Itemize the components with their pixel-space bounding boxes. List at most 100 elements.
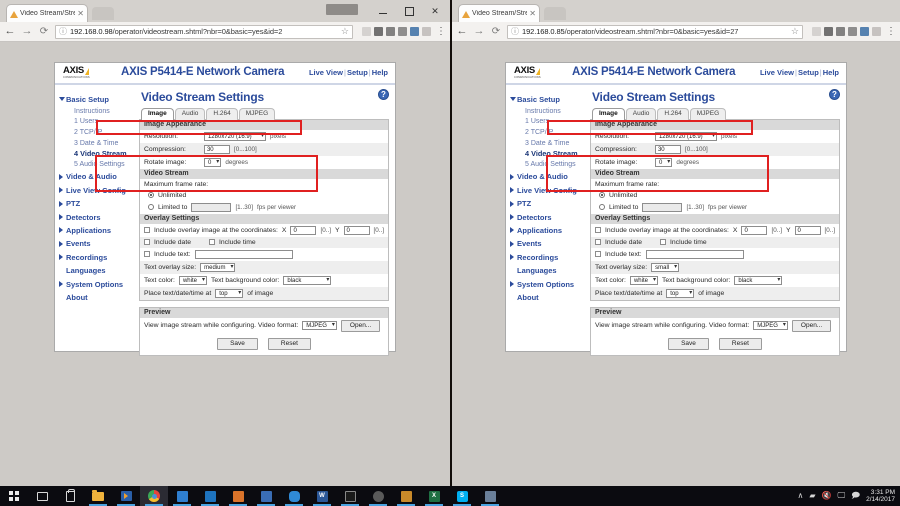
sidebar-item-date-time[interactable]: 3 Date & Time — [59, 138, 137, 149]
compression-input[interactable]: 30 — [654, 144, 681, 154]
extension-4-icon[interactable] — [848, 27, 857, 36]
browser-tab-left[interactable]: Video Stream/Stream Se ✕ — [6, 4, 88, 22]
store-button[interactable] — [56, 486, 84, 506]
bookmark-star-icon[interactable]: ☆ — [337, 26, 349, 37]
extension-6-icon[interactable] — [872, 27, 881, 36]
sidebar-item-audio-settings[interactable]: 5 Audio Settings — [510, 160, 588, 171]
text-bg-color-select[interactable]: black — [283, 275, 332, 285]
close-window-button[interactable]: ✕ — [422, 1, 448, 21]
text-color-select[interactable]: white — [178, 275, 207, 285]
text-bg-color-select[interactable]: black — [734, 275, 783, 285]
sidebar-item-video-audio[interactable]: Video & Audio — [59, 171, 137, 184]
reset-button[interactable]: Reset — [267, 337, 311, 350]
tab-close-icon[interactable]: ✕ — [529, 9, 536, 18]
link-live-view[interactable]: Live View — [760, 68, 794, 77]
clock[interactable]: 3:31 PM 2/14/2017 — [866, 489, 895, 504]
include-text-input[interactable] — [645, 249, 744, 259]
tab-h264[interactable]: H.264 — [206, 108, 238, 120]
sidebar-item-events[interactable]: Events — [59, 238, 137, 251]
sidebar-item-languages[interactable]: Languages — [510, 265, 588, 278]
browser-menu-icon[interactable]: ⋮ — [434, 26, 446, 37]
extension-4-icon[interactable] — [398, 27, 407, 36]
place-text-select[interactable]: top — [666, 288, 695, 298]
sidebar-item-applications[interactable]: Applications — [510, 224, 588, 237]
text-color-select[interactable]: white — [629, 275, 658, 285]
minimize-button[interactable] — [370, 1, 396, 21]
maximize-button[interactable] — [396, 1, 422, 21]
skype-button[interactable]: S — [448, 486, 476, 506]
forward-icon[interactable]: → — [473, 26, 485, 37]
sidebar-item-live-view-config[interactable]: Live View Config — [510, 184, 588, 197]
display-icon[interactable]: 🖵 — [837, 492, 845, 500]
checkbox-include-overlay-image[interactable] — [143, 227, 150, 233]
reset-button[interactable]: Reset — [718, 337, 762, 350]
extension-5-icon[interactable] — [860, 27, 869, 36]
overlay-x-input[interactable]: 0 — [290, 225, 317, 235]
place-text-select[interactable]: top — [215, 288, 244, 298]
radio-unlimited[interactable] — [147, 192, 154, 198]
extension-3-icon[interactable] — [386, 27, 395, 36]
sidebar-item-events[interactable]: Events — [510, 238, 588, 251]
extension-2-icon[interactable] — [824, 27, 833, 36]
sidebar-item-system-options[interactable]: System Options — [59, 278, 137, 291]
tab-h264[interactable]: H.264 — [657, 108, 689, 120]
tab-audio[interactable]: Audio — [625, 108, 657, 120]
sidebar-item-users[interactable]: 1 Users — [59, 117, 137, 128]
tab-mjpeg[interactable]: MJPEG — [238, 108, 276, 120]
sidebar-item-date-time[interactable]: 3 Date & Time — [510, 138, 588, 149]
back-icon[interactable]: ← — [456, 26, 468, 37]
sidebar-item-about[interactable]: About — [510, 292, 588, 305]
sidebar-item-instructions[interactable]: Instructions — [510, 106, 588, 117]
link-setup[interactable]: Setup — [798, 68, 819, 77]
new-tab-button[interactable] — [544, 7, 566, 20]
extension-6-icon[interactable] — [422, 27, 431, 36]
extension-3-icon[interactable] — [836, 27, 845, 36]
extension-2-icon[interactable] — [374, 27, 383, 36]
rotate-select[interactable]: 0 — [654, 157, 673, 167]
tool-button[interactable] — [364, 486, 392, 506]
save-button[interactable]: Save — [217, 337, 258, 350]
network-tray-icon[interactable]: ▰ — [809, 492, 815, 500]
text-overlay-size-select[interactable]: small — [651, 262, 680, 272]
show-hidden-icons-button[interactable]: ∧ — [797, 492, 803, 500]
sidebar-item-tcpip[interactable]: 2 TCP/IP — [59, 128, 137, 139]
radio-limited[interactable] — [147, 204, 154, 210]
tab-close-icon[interactable]: ✕ — [77, 9, 84, 18]
chrome-button[interactable] — [140, 486, 168, 506]
action-center-icon[interactable]: 🗩 — [851, 492, 860, 500]
open-preview-button[interactable]: Open... — [791, 319, 832, 332]
file-explorer-button[interactable] — [84, 486, 112, 506]
sidebar-item-video-stream[interactable]: 4 Video Stream — [59, 149, 137, 160]
sidebar-item-ptz[interactable]: PTZ — [510, 198, 588, 211]
back-icon[interactable]: ← — [4, 26, 16, 37]
search-pill[interactable] — [326, 4, 358, 15]
checkbox-include-time[interactable] — [660, 239, 667, 245]
tab-mjpeg[interactable]: MJPEG — [689, 108, 727, 120]
command-prompt-button[interactable] — [336, 486, 364, 506]
volume-muted-icon[interactable]: 🔇 — [822, 492, 832, 500]
sidebar-item-system-options[interactable]: System Options — [510, 278, 588, 291]
compression-input[interactable]: 30 — [203, 144, 230, 154]
site-info-icon[interactable]: ⓘ — [59, 26, 67, 37]
video-format-select[interactable]: MJPEG — [753, 321, 788, 330]
tab-audio[interactable]: Audio — [174, 108, 206, 120]
visio-button[interactable] — [252, 486, 280, 506]
video-format-select[interactable]: MJPEG — [302, 321, 337, 330]
sidebar-item-video-stream[interactable]: 4 Video Stream — [510, 149, 588, 160]
overlay-x-input[interactable]: 0 — [741, 225, 768, 235]
sidebar-item-basic-setup[interactable]: Basic Setup — [59, 93, 137, 106]
sidebar-item-instructions[interactable]: Instructions — [59, 106, 137, 117]
sidebar-item-detectors[interactable]: Detectors — [510, 211, 588, 224]
checkbox-include-date[interactable] — [143, 239, 150, 245]
extension-1-icon[interactable] — [362, 27, 371, 36]
resolution-select[interactable]: 1280x720 (16:9) — [203, 131, 266, 141]
radio-unlimited[interactable] — [598, 192, 605, 198]
forward-icon[interactable]: → — [21, 26, 33, 37]
sidebar-item-recordings[interactable]: Recordings — [510, 251, 588, 264]
sidebar-item-ptz[interactable]: PTZ — [59, 198, 137, 211]
start-button[interactable] — [0, 486, 28, 506]
browser-window-right[interactable]: Video Stream/Stream Se ✕ ← → ⟳ ⓘ 192.168… — [452, 0, 900, 486]
rotate-select[interactable]: 0 — [203, 157, 222, 167]
sidebar-item-detectors[interactable]: Detectors — [59, 211, 137, 224]
sidebar-item-recordings[interactable]: Recordings — [59, 251, 137, 264]
